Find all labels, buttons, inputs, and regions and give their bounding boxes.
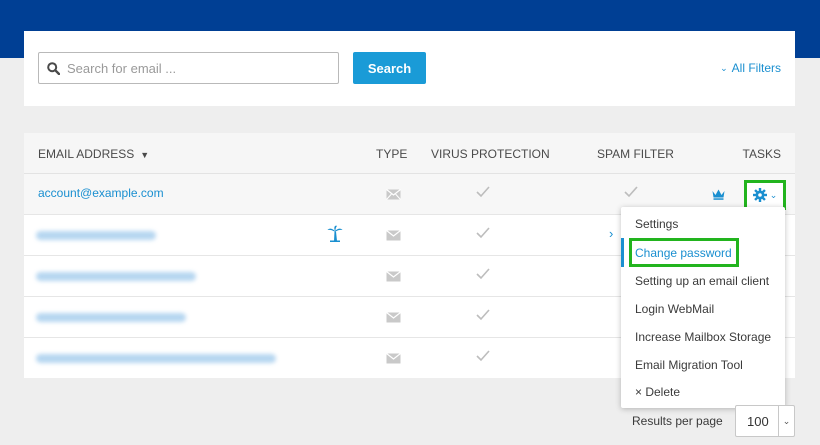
menu-item-email-client-setup[interactable]: Setting up an email client: [635, 274, 769, 288]
close-icon: ×: [635, 385, 646, 399]
search-input[interactable]: [67, 60, 327, 76]
checkmark-icon: [476, 226, 490, 244]
search-button[interactable]: Search: [353, 52, 426, 84]
redacted-email[interactable]: [36, 272, 196, 281]
gear-icon: [752, 188, 767, 202]
menu-item-settings[interactable]: Settings: [635, 217, 678, 231]
all-filters-link[interactable]: ⌄ All Filters: [720, 61, 781, 75]
checkmark-icon: [476, 308, 490, 326]
table-header: EMAIL ADDRESS ▼ TYPE VIRUS PROTECTION SPA…: [24, 133, 795, 174]
menu-item-login-webmail[interactable]: Login WebMail: [635, 302, 714, 316]
checkmark-icon: [476, 185, 490, 203]
menu-item-delete-label: Delete: [645, 385, 681, 399]
palm-tree-icon: [327, 225, 343, 247]
chevron-down-icon: ⌄: [720, 62, 728, 73]
column-header-tasks: TASKS: [742, 147, 781, 161]
mail-envelope-icon: [386, 187, 401, 205]
crown-icon: [712, 187, 725, 205]
menu-item-delete[interactable]: × Delete: [635, 385, 680, 399]
mail-envelope-icon: [386, 310, 401, 328]
mail-envelope-icon: [386, 228, 401, 246]
search-field[interactable]: [38, 52, 339, 84]
tasks-gear-button[interactable]: ⌄: [744, 180, 786, 210]
redacted-email[interactable]: [36, 313, 186, 322]
results-per-page-select[interactable]: 100 ⌄: [735, 405, 795, 437]
email-address-link[interactable]: account@example.com: [38, 186, 164, 200]
results-per-page-label: Results per page: [632, 414, 723, 428]
search-icon: [47, 61, 60, 75]
checkmark-icon: [624, 185, 638, 203]
checkmark-icon: [476, 349, 490, 367]
search-panel: Search ⌄ All Filters: [24, 31, 795, 106]
results-per-page-value: 100: [747, 414, 769, 429]
chevron-down-icon: ⌄: [769, 189, 778, 200]
menu-item-change-password[interactable]: Change password: [635, 246, 732, 260]
mail-envelope-icon: [386, 269, 401, 287]
tasks-dropdown-menu: Settings Change password Setting up an e…: [621, 207, 785, 408]
column-header-spam-filter: SPAM FILTER: [597, 147, 674, 161]
menu-item-email-migration[interactable]: Email Migration Tool: [635, 358, 743, 372]
menu-item-increase-storage[interactable]: Increase Mailbox Storage: [635, 330, 771, 344]
column-header-email-label: EMAIL ADDRESS: [38, 147, 135, 161]
chevron-down-icon: ⌄: [778, 406, 794, 436]
chevron-right-icon[interactable]: ›: [609, 226, 613, 241]
column-header-type: TYPE: [376, 147, 408, 161]
mail-envelope-icon: [386, 351, 401, 369]
menu-active-indicator: [621, 238, 624, 267]
sort-desc-icon: ▼: [140, 150, 150, 160]
column-header-email[interactable]: EMAIL ADDRESS ▼: [38, 147, 149, 161]
checkmark-icon: [476, 267, 490, 285]
column-header-virus-protection: VIRUS PROTECTION: [431, 147, 550, 161]
redacted-email[interactable]: [36, 354, 276, 363]
all-filters-label: All Filters: [731, 61, 781, 75]
redacted-email[interactable]: [36, 231, 156, 240]
